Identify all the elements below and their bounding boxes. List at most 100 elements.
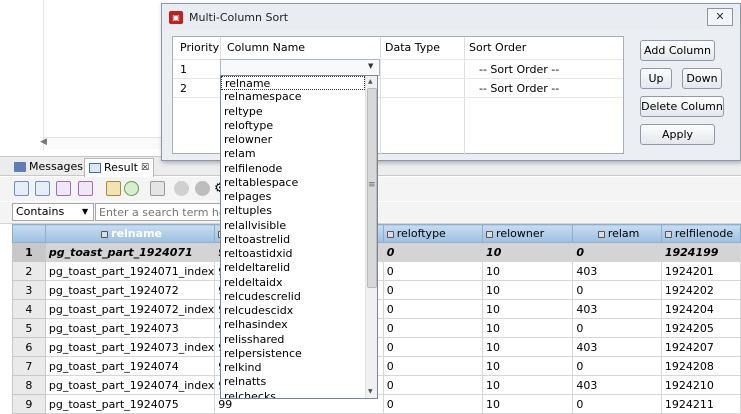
cell-relam[interactable]: 0 bbox=[572, 280, 662, 300]
dropdown-option[interactable]: reldeltarelid bbox=[221, 261, 365, 275]
row-number-cell[interactable]: 6 bbox=[12, 337, 46, 357]
apply-button[interactable]: Apply bbox=[640, 124, 715, 145]
dropdown-option[interactable]: reltoastidxid bbox=[221, 247, 365, 261]
cell-relam[interactable]: 0 bbox=[572, 242, 662, 262]
delete-column-button[interactable]: Delete Column bbox=[640, 96, 724, 117]
cell-relam[interactable]: 403 bbox=[572, 299, 662, 319]
delete-row-icon[interactable] bbox=[150, 181, 165, 196]
column-header-relname[interactable]: relname bbox=[44, 224, 216, 243]
column-header-relfilenode[interactable]: relfilenode bbox=[660, 224, 741, 243]
dropdown-option[interactable]: relowner bbox=[221, 133, 365, 147]
search-input[interactable] bbox=[95, 203, 225, 221]
chevron-down-icon[interactable]: ▼ bbox=[368, 62, 373, 70]
cell-relname[interactable]: pg_toast_part_1924074 bbox=[44, 356, 216, 376]
cell-relowner[interactable]: 10 bbox=[482, 375, 574, 395]
tab-messages[interactable]: Messages bbox=[10, 158, 87, 176]
paste-icon[interactable] bbox=[106, 181, 121, 196]
row-number-cell[interactable]: 8 bbox=[12, 375, 46, 395]
scroll-left-arrow-icon[interactable]: ◀ bbox=[40, 137, 47, 147]
row-number-cell[interactable]: 2 bbox=[12, 261, 46, 281]
scroll-down-icon[interactable]: ▼ bbox=[368, 388, 373, 395]
dropdown-scrollbar[interactable]: ▲ ≡ ▼ bbox=[365, 76, 377, 398]
dropdown-option[interactable]: reltype bbox=[221, 105, 365, 119]
cell-relfilenode[interactable]: 1924205 bbox=[660, 318, 741, 338]
dropdown-option[interactable]: relam bbox=[221, 147, 365, 161]
cell-relfilenode[interactable]: 1924207 bbox=[660, 337, 741, 357]
row-number-cell[interactable]: 7 bbox=[12, 356, 46, 376]
cell-relname[interactable]: pg_toast_part_1924072_index bbox=[44, 299, 216, 319]
cell-relowner[interactable]: 10 bbox=[482, 337, 574, 357]
dropdown-option[interactable]: relchecks bbox=[221, 390, 365, 399]
dropdown-option[interactable]: reltablespace bbox=[221, 176, 365, 190]
cell-relowner[interactable]: 10 bbox=[482, 318, 574, 338]
scroll-up-icon[interactable]: ▲ bbox=[368, 78, 373, 85]
row-number-cell[interactable]: 5 bbox=[12, 318, 46, 338]
column-name-dropdown-list[interactable]: relname relnamespace reltype reloftype relow… bbox=[220, 75, 378, 399]
cell-reloftype[interactable]: 0 bbox=[382, 356, 484, 376]
cell-relfilenode[interactable]: 1924199 bbox=[660, 242, 741, 262]
column-name-select[interactable] bbox=[220, 59, 380, 76]
close-tab-icon[interactable]: ☒ bbox=[141, 160, 149, 176]
row-number-cell[interactable]: 4 bbox=[12, 299, 46, 319]
cancel-icon[interactable] bbox=[195, 181, 210, 196]
cell-relowner[interactable]: 10 bbox=[482, 394, 574, 414]
dropdown-option[interactable]: reloftype bbox=[221, 119, 365, 133]
cell-relfilenode[interactable]: 1924201 bbox=[660, 261, 741, 281]
cell-reloftype[interactable]: 0 bbox=[382, 394, 484, 414]
cell-relam[interactable]: 403 bbox=[572, 261, 662, 281]
cell-relam[interactable]: 0 bbox=[572, 318, 662, 338]
cell-relfilenode[interactable]: 1924211 bbox=[660, 394, 741, 414]
dropdown-option[interactable]: relpersistence bbox=[221, 347, 365, 361]
dropdown-option[interactable]: relname bbox=[221, 76, 365, 91]
cell-relname[interactable]: pg_toast_part_1924072 bbox=[44, 280, 216, 300]
cell-relname[interactable]: pg_toast_part_1924071_index bbox=[44, 261, 216, 281]
cell-relname[interactable]: pg_toast_part_1924071 bbox=[44, 242, 216, 262]
dropdown-option[interactable]: reltuples bbox=[221, 204, 365, 218]
cell-relowner[interactable]: 10 bbox=[482, 280, 574, 300]
cell-reloftype[interactable]: 0 bbox=[382, 299, 484, 319]
cell-relfilenode[interactable]: 1924202 bbox=[660, 280, 741, 300]
copy-icon[interactable] bbox=[14, 181, 29, 196]
add-column-button[interactable]: Add Column bbox=[640, 40, 715, 61]
editor-horizontal-scrollbar[interactable] bbox=[44, 137, 164, 149]
cell-relname[interactable]: pg_toast_part_1924073 bbox=[44, 318, 216, 338]
column-header-relowner[interactable]: relowner bbox=[482, 224, 574, 243]
row-number-cell[interactable]: 9 bbox=[12, 394, 46, 414]
dropdown-option[interactable]: relpages bbox=[221, 190, 365, 204]
cell-reloftype[interactable]: 0 bbox=[382, 261, 484, 281]
cell-relam[interactable]: 0 bbox=[572, 394, 662, 414]
sort-order-select[interactable]: -- Sort Order -- bbox=[479, 82, 559, 95]
dropdown-option[interactable]: relhasindex bbox=[221, 318, 365, 332]
export-selection-icon[interactable] bbox=[78, 181, 93, 196]
cell-reloftype[interactable]: 0 bbox=[382, 242, 484, 262]
cell-relam[interactable]: 403 bbox=[572, 375, 662, 395]
cell-relname[interactable]: pg_toast_part_1924073_index bbox=[44, 337, 216, 357]
cell-reloftype[interactable]: 0 bbox=[382, 337, 484, 357]
cell-relowner[interactable]: 10 bbox=[482, 242, 574, 262]
cell-relname[interactable]: pg_toast_part_1924075 bbox=[44, 394, 216, 414]
row-number-cell[interactable]: 3 bbox=[12, 280, 46, 300]
copy-all-icon[interactable] bbox=[35, 181, 50, 196]
cell-relam[interactable]: 403 bbox=[572, 337, 662, 357]
dropdown-option[interactable]: reltoastrelid bbox=[221, 233, 365, 247]
dropdown-option[interactable]: relfilenode bbox=[221, 162, 365, 176]
tab-result[interactable]: Result ☒ bbox=[84, 158, 155, 177]
cell-relowner[interactable]: 10 bbox=[482, 356, 574, 376]
cell-reloftype[interactable]: 0 bbox=[382, 375, 484, 395]
dropdown-option[interactable]: relcudescrelid bbox=[221, 290, 365, 304]
cell-relname[interactable]: pg_toast_part_1924074_index bbox=[44, 375, 216, 395]
cell-relowner[interactable]: 10 bbox=[482, 261, 574, 281]
close-button[interactable]: ✕ bbox=[707, 8, 733, 26]
export-icon[interactable] bbox=[56, 181, 71, 196]
dropdown-option[interactable]: relallvisible bbox=[221, 219, 365, 233]
dropdown-option[interactable]: relnatts bbox=[221, 375, 365, 389]
column-header-relam[interactable]: relam bbox=[572, 224, 662, 243]
cell-relowner[interactable]: 10 bbox=[482, 299, 574, 319]
cell-relam[interactable]: 0 bbox=[572, 356, 662, 376]
down-button[interactable]: Down bbox=[682, 68, 722, 89]
dropdown-option[interactable]: relkind bbox=[221, 361, 365, 375]
cell-reloftype[interactable]: 0 bbox=[382, 280, 484, 300]
up-button[interactable]: Up bbox=[640, 68, 672, 89]
row-number-cell[interactable]: 1 bbox=[12, 242, 46, 262]
add-row-icon[interactable] bbox=[124, 181, 139, 196]
